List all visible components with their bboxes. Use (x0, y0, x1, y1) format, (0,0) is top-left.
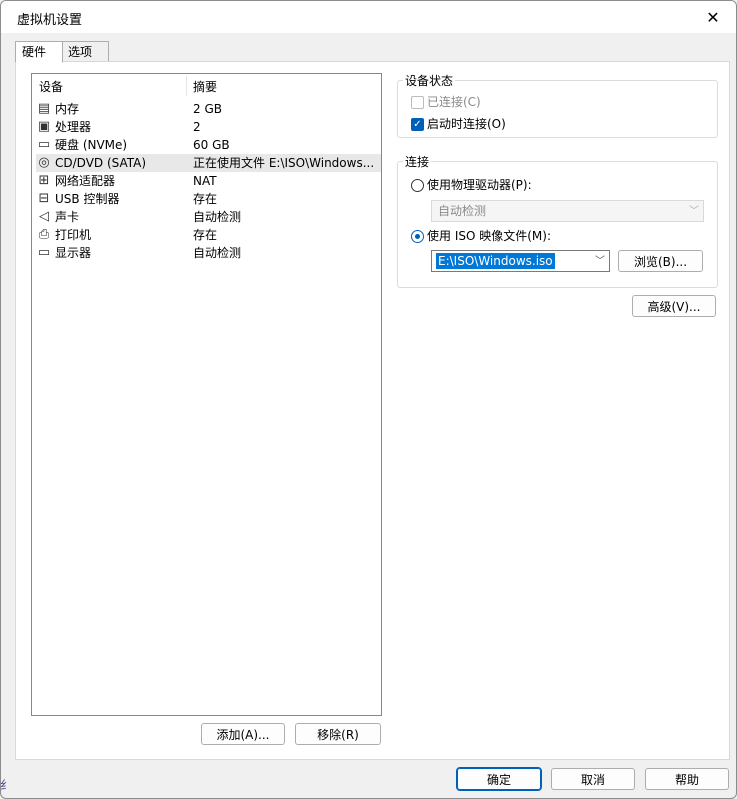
device-row-cd-dvd[interactable]: ◎ CD/DVD (SATA) 正在使用文件 E:\ISO\Windows... (36, 154, 381, 172)
connect-at-power-on-label: 启动时连接(O) (427, 117, 506, 131)
device-name: 声卡 (55, 210, 80, 224)
device-row-memory[interactable]: ▤ 内存 2 GB (36, 100, 381, 118)
device-summary: 存在 (193, 228, 218, 242)
iso-image-radio[interactable] (411, 230, 424, 243)
usb-controller-icon: ⊟ (38, 191, 50, 206)
device-name: 打印机 (55, 228, 92, 242)
device-list-header: 设备 摘要 (32, 74, 381, 96)
device-list[interactable]: 设备 摘要 ▤ 内存 2 GB ▣ 处理器 2 ▭ 硬盘 (NVMe) 60 G… (31, 73, 382, 716)
device-row-hard-disk[interactable]: ▭ 硬盘 (NVMe) 60 GB (36, 136, 381, 154)
cd-dvd-icon: ◎ (38, 155, 50, 170)
printer-icon: ⎙ (38, 227, 50, 242)
connection-group: 连接 使用物理驱动器(P): 自动检测 ﹀ 使用 ISO 映像文件(M): E:… (397, 153, 718, 288)
title-bar: 虚拟机设置 ✕ (1, 1, 736, 33)
connected-checkbox[interactable] (411, 96, 424, 109)
device-status-label: 设备状态 (403, 72, 456, 89)
device-summary: 正在使用文件 E:\ISO\Windows... (193, 156, 375, 170)
network-adapter-icon: ⊞ (38, 173, 50, 188)
remove-button[interactable]: 移除(R) (295, 723, 381, 745)
processor-icon: ▣ (37, 119, 51, 134)
hardware-panel: 设备 摘要 ▤ 内存 2 GB ▣ 处理器 2 ▭ 硬盘 (NVMe) 60 G… (15, 61, 730, 760)
device-summary: 自动检测 (193, 210, 242, 224)
column-header-device[interactable]: 设备 (39, 74, 63, 96)
device-summary: NAT (193, 174, 217, 188)
device-row-usb-controller[interactable]: ⊟ USB 控制器 存在 (36, 190, 381, 208)
cancel-button[interactable]: 取消 (551, 768, 635, 790)
physical-drive-radio[interactable] (411, 179, 424, 192)
physical-drive-dropdown[interactable]: 自动检测 ﹀ (431, 200, 704, 222)
device-summary: 60 GB (193, 138, 230, 152)
device-row-sound-card[interactable]: ◁ 声卡 自动检测 (36, 208, 381, 226)
display-icon: ▭ (37, 245, 51, 260)
browse-button[interactable]: 浏览(B)... (618, 250, 703, 272)
chevron-down-icon[interactable]: ﹀ (595, 254, 605, 270)
device-summary: 自动检测 (193, 246, 242, 260)
connect-at-power-on-checkbox[interactable]: ✓ (411, 118, 424, 131)
device-name: 显示器 (55, 246, 92, 260)
iso-path-value: E:\ISO\Windows.iso (436, 253, 555, 269)
device-name: 内存 (55, 102, 80, 116)
tab-options[interactable]: 选项 (61, 41, 109, 63)
help-button[interactable]: 帮助 (645, 768, 729, 790)
sound-card-icon: ◁ (39, 209, 49, 224)
device-summary: 存在 (193, 192, 218, 206)
device-row-display[interactable]: ▭ 显示器 自动检测 (36, 244, 381, 262)
hard-disk-icon: ▭ (37, 137, 51, 152)
iso-image-label: 使用 ISO 映像文件(M): (427, 229, 551, 243)
physical-drive-value: 自动检测 (438, 204, 487, 218)
device-row-printer[interactable]: ⎙ 打印机 存在 (36, 226, 381, 244)
advanced-button[interactable]: 高级(V)... (632, 295, 716, 317)
device-name: CD/DVD (SATA) (55, 156, 147, 170)
connected-label: 已连接(C) (427, 95, 481, 109)
add-button[interactable]: 添加(A)... (201, 723, 285, 745)
connection-label: 连接 (403, 153, 432, 170)
close-icon[interactable]: ✕ (690, 1, 736, 33)
tab-hardware[interactable]: 硬件 (15, 41, 63, 63)
memory-icon: ▤ (37, 101, 51, 116)
device-name: USB 控制器 (55, 192, 120, 206)
iso-path-combobox[interactable]: E:\ISO\Windows.iso ﹀ (431, 250, 610, 272)
device-summary: 2 (193, 120, 201, 134)
device-row-network-adapter[interactable]: ⊞ 网络适配器 NAT (36, 172, 381, 190)
device-summary: 2 GB (193, 102, 222, 116)
virtual-machine-settings-window: 虚拟机设置 ✕ 硬件 选项 设备 摘要 ▤ 内存 2 GB ▣ 处理器 2 ▭ … (0, 0, 737, 799)
window-title: 虚拟机设置 (17, 13, 83, 28)
column-separator (186, 76, 187, 96)
chevron-down-icon: ﹀ (689, 206, 699, 217)
device-name: 网络适配器 (55, 174, 116, 188)
background-text-fragment: 纟 (0, 778, 13, 792)
physical-drive-label: 使用物理驱动器(P): (427, 178, 532, 192)
device-status-group: 设备状态 已连接(C) ✓ 启动时连接(O) (397, 72, 718, 138)
device-name: 硬盘 (NVMe) (55, 138, 128, 152)
ok-button[interactable]: 确定 (456, 767, 542, 791)
device-row-processor[interactable]: ▣ 处理器 2 (36, 118, 381, 136)
column-header-summary[interactable]: 摘要 (193, 74, 217, 96)
device-name: 处理器 (55, 120, 92, 134)
